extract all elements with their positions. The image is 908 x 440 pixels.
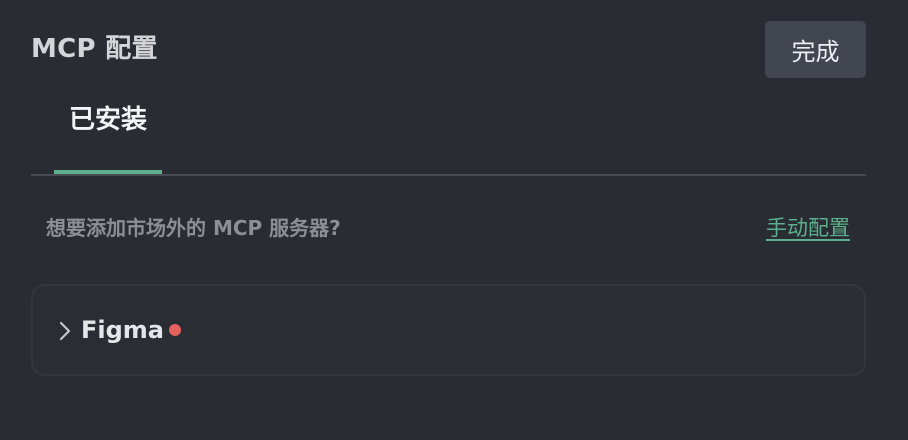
tab-installed-label: 已安装 bbox=[68, 105, 147, 135]
status-dot bbox=[169, 324, 181, 336]
mcp-config-panel: MCP 配置 完成 已安装 想要添加市场外的 MCP 服务器? 手动配置 Fig… bbox=[0, 0, 908, 440]
server-card-figma[interactable]: Figma bbox=[31, 284, 866, 376]
tab-installed[interactable]: 已安装 bbox=[54, 98, 162, 174]
manual-config-link[interactable]: 手动配置 bbox=[766, 214, 850, 242]
page-title: MCP 配置 bbox=[31, 34, 158, 64]
chevron-right-icon[interactable] bbox=[57, 319, 73, 343]
server-name: Figma bbox=[81, 316, 165, 344]
custom-server-hint: 想要添加市场外的 MCP 服务器? bbox=[46, 216, 341, 240]
done-button[interactable]: 完成 bbox=[765, 21, 866, 78]
tabs-divider bbox=[31, 174, 866, 176]
